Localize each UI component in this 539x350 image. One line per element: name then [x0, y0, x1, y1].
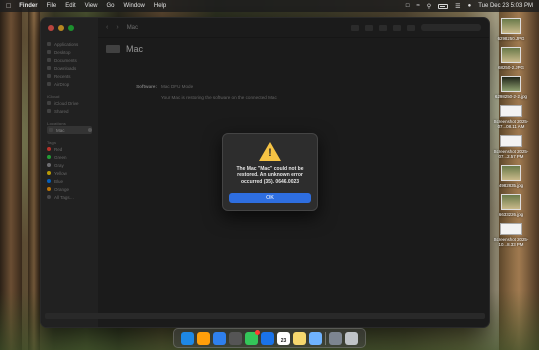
finder-app-icon[interactable]: [181, 331, 194, 345]
file-name: 4982835.jpg: [498, 183, 524, 188]
file-name: 6298250-2-2.jpg: [495, 94, 527, 99]
image-thumbnail: [501, 47, 521, 63]
exclamation-mark: !: [268, 147, 272, 159]
trash-icon[interactable]: [345, 331, 358, 345]
image-thumbnail: [501, 76, 521, 92]
file-name: 6298250.JPG: [497, 36, 525, 41]
desktop-file[interactable]: 6298250.JPG: [491, 18, 531, 41]
desktop-file[interactable]: Screenshot 2025-10...8.33 PM: [491, 223, 531, 247]
calculator-app-icon[interactable]: [229, 331, 242, 345]
warning-icon: !: [259, 142, 281, 162]
image-thumbnail: [501, 18, 521, 34]
ok-button[interactable]: OK: [229, 193, 311, 203]
file-name: Screenshot 2025-07...2.57 PM: [493, 149, 529, 159]
wifi-icon[interactable]: ≈: [416, 3, 419, 9]
spotlight-icon[interactable]: ⚲: [427, 3, 431, 10]
file-name: Screenshot 2025-07...08.11 AM: [493, 119, 529, 129]
downloads-folder-icon[interactable]: [329, 331, 342, 345]
menu-file[interactable]: File: [47, 3, 57, 9]
calendar-day: 23: [280, 337, 287, 344]
desktop-file[interactable]: 6633226.jpg: [491, 194, 531, 217]
menu-app-name[interactable]: Finder: [19, 3, 37, 9]
launchpad-app-icon[interactable]: [197, 331, 210, 345]
menu-view[interactable]: View: [85, 3, 98, 9]
menu-help[interactable]: Help: [154, 3, 166, 9]
preview-app-icon[interactable]: [309, 331, 322, 345]
desktop-file[interactable]: 4982835.jpg: [491, 165, 531, 188]
file-name: 6633226.jpg: [498, 212, 524, 217]
file-name: Screenshot 2025-10...8.33 PM: [493, 237, 529, 247]
desktop-file[interactable]: Screenshot 2025-07...2.57 PM: [491, 135, 531, 159]
battery-icon[interactable]: [438, 3, 449, 9]
screenshot-thumbnail: [500, 223, 522, 235]
alert-message: The Mac "Mac" could not be restored. An …: [236, 166, 304, 185]
error-alert-dialog: ! The Mac "Mac" could not be restored. A…: [222, 133, 318, 211]
menu-bar:  Finder File Edit View Go Window Help □…: [0, 0, 539, 12]
image-thumbnail: [501, 165, 521, 181]
mail-app-icon[interactable]: [261, 331, 274, 345]
desktop-files: 6298250.JPG 68250-2.JPG 6298250-2-2.jpg …: [491, 18, 531, 253]
file-name: 68250-2.JPG: [498, 65, 524, 70]
display-icon[interactable]: □: [406, 3, 410, 9]
notes-app-icon[interactable]: [293, 331, 306, 345]
menu-window[interactable]: Window: [124, 3, 145, 9]
screenshot-thumbnail: [500, 105, 522, 117]
image-thumbnail: [501, 194, 521, 210]
menubar-clock[interactable]: Tue Dec 23 5:03 PM: [478, 3, 533, 9]
notification-badge: [255, 329, 260, 335]
screenshot-thumbnail: [500, 135, 522, 147]
apple-menu-icon[interactable]: : [6, 3, 11, 10]
desktop-file[interactable]: 68250-2.JPG: [491, 47, 531, 70]
menu-go[interactable]: Go: [107, 3, 115, 9]
control-center-icon[interactable]: ☰: [455, 3, 460, 10]
dock-separator: [325, 331, 326, 345]
desktop-file[interactable]: Screenshot 2025-07...08.11 AM: [491, 105, 531, 129]
messages-app-icon[interactable]: [245, 329, 260, 345]
dock: 23: [173, 328, 366, 348]
desktop-file[interactable]: 6298250-2-2.jpg: [491, 76, 531, 99]
safari-app-icon[interactable]: [213, 331, 226, 345]
menu-edit[interactable]: Edit: [65, 3, 75, 9]
calendar-app-icon[interactable]: 23: [277, 331, 290, 345]
siri-icon[interactable]: ●: [468, 3, 472, 9]
